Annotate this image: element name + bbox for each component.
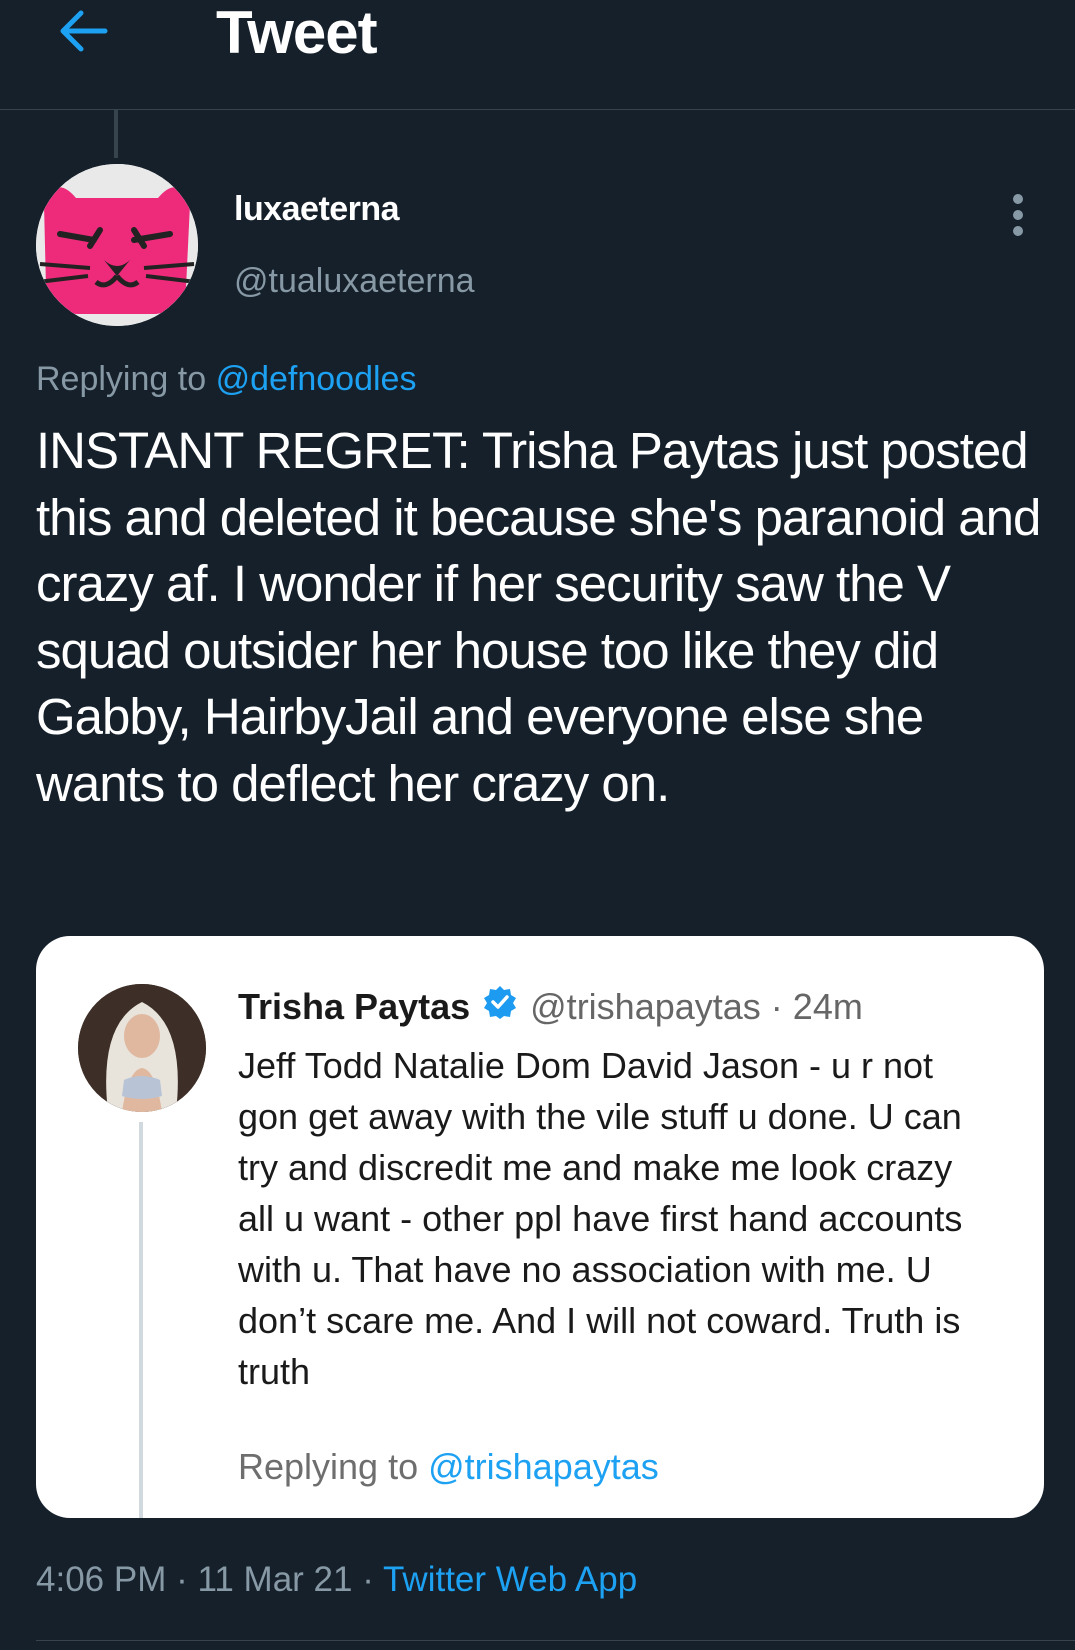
author-avatar[interactable]: [36, 164, 198, 326]
top-bar: Tweet: [0, 0, 1075, 110]
tweet-source-link[interactable]: Twitter Web App: [383, 1560, 637, 1599]
quote-replying-handle-link[interactable]: @trishapaytas: [428, 1446, 659, 1487]
quote-separator: ·: [760, 985, 793, 1027]
quote-timestamp: 24m: [792, 985, 863, 1027]
tweet-meta: 4:06 PM · 11 Mar 21 · Twitter Web App: [36, 1560, 637, 1600]
author-name[interactable]: luxaeterna: [234, 190, 400, 229]
quote-replying-to: Replying to @trishapaytas: [238, 1446, 659, 1488]
quote-text: Jeff Todd Natalie Dom David Jason - u r …: [238, 1045, 963, 1392]
verified-badge-icon: [482, 984, 518, 1029]
author-handle[interactable]: @tualuxaeterna: [234, 262, 475, 301]
tweet-text: INSTANT REGRET: Trisha Paytas just poste…: [36, 422, 1041, 812]
replying-prefix: Replying to: [36, 360, 207, 398]
quote-author-handle: @trishapaytas: [530, 985, 761, 1027]
back-button[interactable]: [52, 2, 116, 60]
quote-author-avatar[interactable]: [78, 984, 206, 1112]
arrow-left-icon: [60, 10, 108, 52]
vertical-ellipsis-icon: [1013, 194, 1023, 236]
thread-connector: [114, 110, 118, 158]
tweet-time: 4:06 PM: [36, 1560, 167, 1599]
replying-handle-link[interactable]: @defnoodles: [216, 360, 417, 398]
tweet-date: 11 Mar 21: [197, 1560, 353, 1599]
quote-thread-line: [139, 1122, 143, 1518]
quote-author-name: Trisha Paytas: [238, 985, 471, 1027]
profile-photo-image: [78, 984, 206, 1112]
quote-replying-prefix: Replying to: [238, 1446, 419, 1487]
quote-header: Trisha Paytas @trishapaytas · 24m: [238, 984, 863, 1029]
meta-separator: ·: [176, 1560, 198, 1599]
more-options-button[interactable]: [998, 190, 1038, 240]
quoted-tweet-card[interactable]: Trisha Paytas @trishapaytas · 24m Jeff T…: [36, 936, 1044, 1518]
knit-cat-hat-image: [36, 164, 198, 326]
divider: [36, 1640, 1075, 1641]
page-title: Tweet: [216, 0, 378, 66]
replying-to: Replying to @defnoodles: [36, 360, 416, 399]
meta-separator: ·: [362, 1560, 383, 1599]
